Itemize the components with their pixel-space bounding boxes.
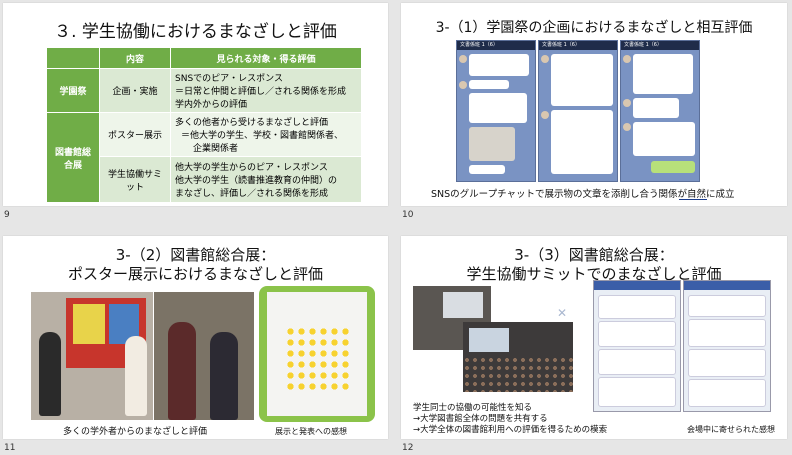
person [168,322,196,420]
comment-card [688,295,766,317]
slide-number: 10 [402,210,414,220]
avatar [623,99,631,107]
chat-bubble [469,93,527,123]
chat-screenshot: 文書係班 1（6） [456,40,536,182]
table-corner [46,47,100,69]
content-cell: 企画・実施 [99,68,171,113]
avatar [459,81,467,89]
whiteboard [267,292,367,416]
cell-line: ＝他大学の学生、学校・図書館関係者、 [181,131,344,141]
table-header-target: 見られる対象・得る評価 [170,47,362,69]
slide-caption: SNSのグループチャットで展示物の文章を添削し合う関係が自然に成立 [431,189,735,200]
cell-line: まなざし、評価し／される関係を形成 [175,189,329,199]
star-decoration: ✕ [557,306,568,320]
chat-bubble [551,110,613,174]
feedback-board-photo [259,286,375,422]
cell-line: ＝日常と仲間と評価し／される関係を形成 [175,87,347,97]
chat-bubble [633,122,695,156]
slide-title: 3-（2）図書館総合展： [115,246,276,264]
person [125,336,147,416]
slide-12[interactable]: 3-（3）図書館総合展： 学生協働サミットでのまなざしと評価 ✕ 学生同士の協働… [401,236,787,439]
cell-line: 他大学の学生からのピア・レスポンス [175,163,328,173]
summit-note: →大学全体の図書館利用への評価を得るための模索 [413,425,608,435]
chat-header: 文書係班 1（6） [621,41,699,50]
cell-line: 多くの他者から受けるまなざしと評価 [175,118,329,128]
comment-card [598,321,676,347]
target-cell: 多くの他者から受けるまなざしと評価 ＝他大学の学生、学校・図書館関係者、 企業関… [170,112,362,157]
table-row: 図書館総合展 ポスター展示 多くの他者から受けるまなざしと評価 ＝他大学の学生、… [46,112,362,203]
chat-bubble [633,98,679,118]
avatar [541,111,549,119]
slide-number: 9 [4,210,10,220]
chat-bubble [469,54,529,76]
comment-header [594,281,680,290]
slide-11[interactable]: 3-（2）図書館総合展： ポスター展示におけるまなざしと評価 多くの学外者からの… [3,236,388,439]
avatar [459,55,467,63]
chat-image [469,127,515,161]
category-cell: 図書館総合展 [46,112,100,203]
chat-header: 文書係班 1（6） [539,41,617,50]
slide-number: 11 [4,443,16,453]
table-header-content: 内容 [99,47,171,69]
caption-underline [679,199,707,200]
comment-card [598,295,676,319]
slide-title: ３. 学生協働におけるまなざしと評価 [54,22,337,42]
avatar [623,123,631,131]
slide-number: 12 [402,443,414,453]
cell-line: 学内外からの評価 [175,100,248,110]
comment-card [598,349,676,375]
avatar [623,55,631,63]
comment-card [688,349,766,377]
caption-right: 会場中に寄せられた感想 [687,425,775,434]
comment-screen [683,280,771,412]
chat-screenshot: 文書係班 1（6） [620,40,700,182]
caption-left: 多くの学外者からのまなざしと評価 [63,427,208,437]
caption-right: 展示と発表への感想 [275,427,347,436]
booth-photo-1 [31,292,153,420]
slide-title: 3-（3）図書館総合展： [514,246,674,264]
slide-subtitle: ポスター展示におけるまなざしと評価 [67,265,323,283]
chat-bubble [469,80,509,89]
target-cell: 他大学の学生からのピア・レスポンス 他大学の学生（読書推進教育の仲間）の まなざ… [170,156,362,203]
summit-photo-2 [463,322,573,392]
person [210,332,238,420]
chat-bubble [633,54,693,94]
category-cell: 学園祭 [46,68,100,113]
comment-card [598,377,676,407]
poster-panel [73,304,105,344]
target-cell: SNSでのピア・レスポンス ＝日常と仲間と評価し／される関係を形成 学内外からの… [170,68,362,113]
chat-bubble [469,165,505,174]
slide-title: 3-（1）学園祭の企画におけるまなざしと相互評価 [435,20,753,36]
chat-header: 文書係班 1（6） [457,41,535,50]
projection-screen [443,292,483,318]
content-cell: ポスター展示 [99,112,171,157]
cell-line: 企業関係者 [193,144,239,154]
comment-screen [593,280,681,412]
comment-card [688,319,766,347]
cell-line: SNSでのピア・レスポンス [175,74,283,84]
booth-photo-2 [154,292,254,420]
sticky-notes [285,326,353,392]
cell-line: 他大学の学生（読書推進教育の仲間）の [175,176,338,186]
evaluation-table: 内容 見られる対象・得る評価 学園祭 企画・実施 SNSでのピア・レスポンス ＝… [46,47,362,203]
chat-bubble [551,54,613,106]
person [39,332,61,416]
comment-card [688,379,766,407]
projection-screen [469,328,509,352]
comment-header [684,281,770,290]
chat-bubble-sent [651,161,695,173]
chat-screenshot: 文書係班 1（6） [538,40,618,182]
slide-9[interactable]: ３. 学生協働におけるまなざしと評価 内容 見られる対象・得る評価 学園祭 企画… [3,3,388,206]
avatar [541,55,549,63]
content-cell: 学生協働サミット [99,156,171,203]
slide-10[interactable]: 3-（1）学園祭の企画におけるまなざしと相互評価 文書係班 1（6） 文書係班 … [401,3,787,206]
table-row: 学園祭 企画・実施 SNSでのピア・レスポンス ＝日常と仲間と評価し／される関係… [46,68,362,113]
audience [463,356,573,392]
